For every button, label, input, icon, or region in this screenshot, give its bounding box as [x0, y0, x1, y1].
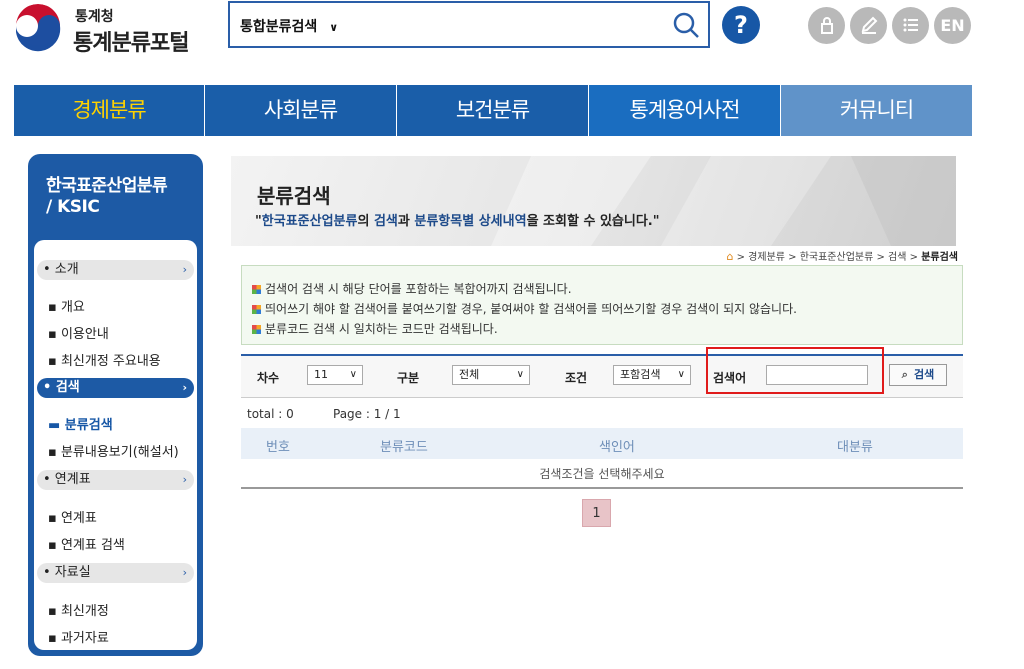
breadcrumb: ⌂ > 경제분류 > 한국표준산업분류 > 검색 > 분류검색	[726, 250, 958, 263]
lock-icon	[820, 17, 833, 34]
gnb-glossary[interactable]: 통계용어사전	[589, 85, 781, 136]
site-logo[interactable]: 통계청 통계분류포털	[13, 4, 203, 56]
search-notice: 검색어 검색 시 해당 단어를 포함하는 복합어까지 검색됩니다. 띄어쓰기 해…	[241, 265, 963, 345]
search-submit-button[interactable]: ⌕ 검색	[889, 364, 947, 386]
sidebar-title: 한국표준산업분류 / KSIC	[46, 176, 168, 217]
notice-line: 분류코드 검색 시 일치하는 코드만 검색됩니다.	[252, 320, 962, 340]
sidebar-item-latest-revision[interactable]: ▪ 최신개정	[48, 600, 109, 619]
sidebar-item-classification-search[interactable]: ▬ 분류검색	[48, 414, 113, 433]
chevron-right-icon: ›	[182, 473, 187, 486]
sidebar-section-search[interactable]: • 검색 ›	[37, 378, 194, 398]
results-empty-message: 검색조건을 선택해주세요	[241, 459, 963, 489]
chevron-right-icon: ›	[182, 263, 187, 276]
sidebar-section-intro[interactable]: • 소개 ›	[37, 260, 194, 280]
search-button[interactable]	[672, 11, 700, 39]
search-scope-value: 통합분류검색	[240, 19, 318, 35]
pencil-icon	[861, 16, 877, 34]
chevron-down-icon: ∨	[516, 369, 524, 380]
sidebar-item-past-data[interactable]: ▪ 과거자료	[48, 627, 109, 646]
pagination-page-1[interactable]: 1	[582, 499, 611, 527]
notice-line: 띄어쓰기 해야 할 검색어를 붙여쓰기할 경우, 붙여써야 할 검색어를 띄어쓰…	[252, 300, 962, 320]
sidebar-section-archive[interactable]: • 자료실 ›	[37, 563, 194, 583]
main-navigation: 경제분류 사회분류 보건분류 통계용어사전 커뮤니티	[14, 85, 972, 136]
condition-select[interactable]: 포함검색 ∨	[613, 365, 691, 385]
sidebar-item-explanation[interactable]: ▪ 분류내용보기(해설서)	[48, 441, 179, 460]
revision-select[interactable]: 11 ∨	[307, 365, 363, 385]
chevron-right-icon: ›	[182, 566, 187, 579]
lock-button[interactable]	[808, 7, 845, 44]
help-button[interactable]: ?	[722, 6, 760, 44]
revision-label: 차수	[257, 371, 280, 385]
edit-button[interactable]	[850, 7, 887, 44]
org-name: 통계청	[75, 9, 114, 25]
sidebar-item-latest-revision-summary[interactable]: ▪ 최신개정 주요내용	[48, 350, 161, 369]
bullet-icon	[252, 285, 261, 294]
chevron-down-icon: ∨	[677, 369, 685, 380]
magnifier-icon	[673, 12, 699, 38]
sidebar-menu: • 소개 › ▪ 개요 ▪ 이용안내 ▪ 최신개정 주요내용 • 검색 › ▬ 분류…	[34, 240, 197, 650]
chevron-down-icon: ∨	[329, 21, 339, 34]
gnb-economic[interactable]: 경제분류	[14, 85, 205, 136]
taegeuk-logo-icon	[13, 4, 63, 54]
gnb-community[interactable]: 커뮤니티	[781, 85, 972, 136]
chevron-right-icon: ›	[182, 381, 187, 394]
column-header-major-category: 대분류	[837, 440, 873, 455]
sidebar-item-guide[interactable]: ▪ 이용안내	[48, 323, 109, 342]
sidebar-item-linktable[interactable]: ▪ 연계표	[48, 507, 97, 526]
portal-name: 통계분류포털	[73, 31, 189, 56]
search-scope-select[interactable]: 통합분류검색 ∨	[240, 16, 338, 36]
condition-label: 조건	[565, 371, 588, 385]
page-title: 분류검색	[257, 184, 331, 208]
menu-button[interactable]	[892, 7, 929, 44]
sidebar-item-overview[interactable]: ▪ 개요	[48, 296, 85, 315]
page-banner: 분류검색 "한국표준산업분류의 검색과 분류항목별 상세내역을 조회할 수 있습…	[231, 156, 956, 246]
gnb-social[interactable]: 사회분류	[205, 85, 397, 136]
notice-line: 검색어 검색 시 해당 단어를 포함하는 복합어까지 검색됩니다.	[252, 280, 962, 300]
banner-background-pattern	[491, 156, 956, 246]
sidebar-section-linktable[interactable]: • 연계표 ›	[37, 470, 194, 490]
sidebar-item-linktable-search[interactable]: ▪ 연계표 검색	[48, 534, 125, 553]
column-header-number: 번호	[266, 440, 290, 455]
page-description: "한국표준산업분류의 검색과 분류항목별 상세내역을 조회할 수 있습니다."	[255, 214, 660, 229]
language-button[interactable]: EN	[934, 7, 971, 44]
chevron-down-icon: ∨	[349, 369, 357, 380]
bullet-icon	[252, 305, 261, 314]
column-header-index-term: 색인어	[599, 440, 635, 455]
highlight-box	[706, 347, 884, 394]
bullet-icon	[252, 325, 261, 334]
sidebar: 한국표준산업분류 / KSIC • 소개 › ▪ 개요 ▪ 이용안내 ▪ 최신개정…	[28, 154, 203, 656]
global-search[interactable]: 통합분류검색 ∨	[228, 1, 710, 48]
division-select[interactable]: 전체 ∨	[452, 365, 530, 385]
gnb-health[interactable]: 보건분류	[397, 85, 589, 136]
magnifier-icon: ⌕	[901, 368, 908, 381]
result-total: total : 0	[247, 407, 294, 421]
division-label: 구분	[397, 371, 420, 385]
column-header-code: 분류코드	[380, 440, 428, 455]
list-icon	[903, 18, 918, 32]
results-table-header: 번호 분류코드 색인어 대분류	[241, 428, 963, 459]
result-page-info: Page : 1 / 1	[333, 407, 401, 421]
